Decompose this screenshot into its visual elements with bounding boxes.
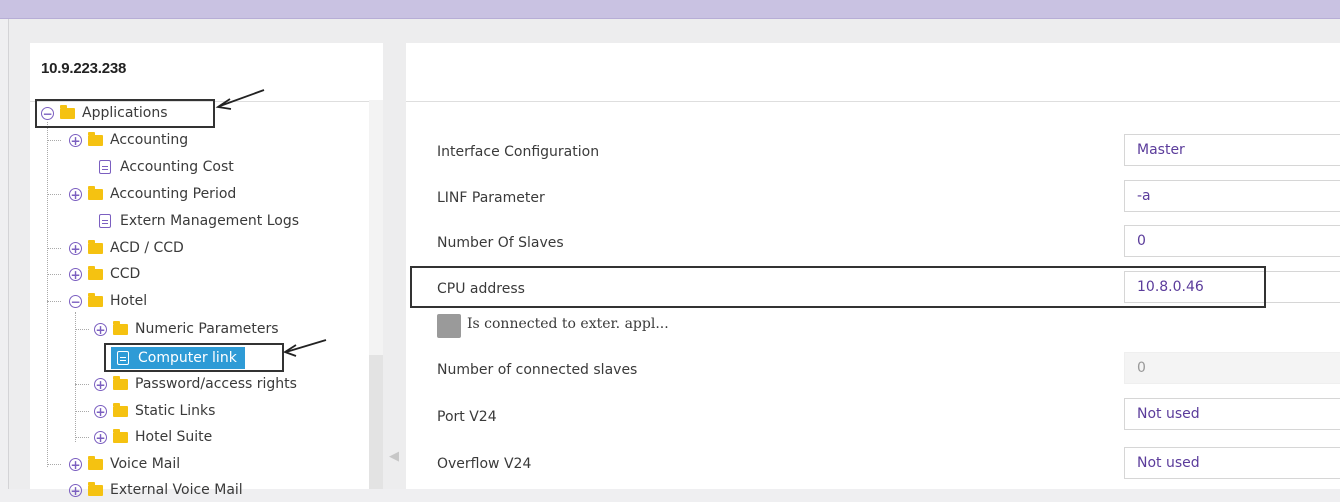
- callout-box-computer-link: [104, 343, 284, 372]
- label-connected-slaves: Number of connected slaves: [437, 362, 638, 378]
- tree-node-acd-ccd[interactable]: + ACD / CCD: [69, 236, 184, 260]
- tree-node-hotel-suite[interactable]: + Hotel Suite: [94, 425, 212, 449]
- label-linf-parameter: LINF Parameter: [437, 190, 545, 206]
- tree-node-accounting-cost[interactable]: Accounting Cost: [99, 155, 234, 179]
- panel-splitter[interactable]: [384, 43, 406, 489]
- tree-connector: [47, 194, 61, 195]
- label-number-of-slaves: Number Of Slaves: [437, 235, 564, 251]
- folder-icon: [113, 375, 128, 390]
- tree-connector: [75, 411, 89, 412]
- tree-node-label: Password/access rights: [135, 376, 297, 392]
- tree-node-static-links[interactable]: + Static Links: [94, 399, 215, 423]
- label-port-v24: Port V24: [437, 409, 497, 425]
- folder-icon: [88, 481, 103, 496]
- expand-icon[interactable]: +: [69, 483, 82, 497]
- form-panel-header: [406, 43, 1340, 102]
- tree-connector: [47, 464, 61, 465]
- top-bar: [0, 0, 1340, 19]
- label-interface-configuration: Interface Configuration: [437, 144, 600, 160]
- node-ip-title: 10.9.223.238: [41, 60, 127, 77]
- tree-connector: [75, 384, 89, 385]
- document-icon: [99, 214, 111, 228]
- tree-node-label: ACD / CCD: [110, 240, 184, 256]
- tree-connector: [47, 140, 61, 141]
- expand-icon[interactable]: +: [69, 133, 82, 147]
- tree-node-label: Accounting Cost: [120, 159, 234, 175]
- linf-parameter-field[interactable]: -a: [1124, 180, 1340, 212]
- connected-to-external-checkbox[interactable]: [437, 314, 461, 338]
- callout-box-cpu-address: [410, 266, 1266, 308]
- tree-node-label: Numeric Parameters: [135, 321, 279, 337]
- tree-connector: [47, 274, 61, 275]
- tree-node-label: External Voice Mail: [110, 482, 243, 498]
- tree-node-label: CCD: [110, 266, 141, 282]
- expand-icon[interactable]: +: [69, 457, 82, 471]
- expand-icon[interactable]: +: [94, 430, 107, 444]
- folder-icon: [113, 320, 128, 335]
- folder-icon: [113, 428, 128, 443]
- folder-icon: [88, 455, 103, 470]
- tree-node-label: Voice Mail: [110, 456, 181, 472]
- tree-node-password-access-rights[interactable]: + Password/access rights: [94, 372, 297, 396]
- tree-node-accounting[interactable]: + Accounting: [69, 128, 188, 152]
- tree-node-label: Static Links: [135, 403, 216, 419]
- tree-connector: [75, 437, 89, 438]
- expand-icon[interactable]: +: [94, 377, 107, 391]
- folder-icon: [88, 131, 103, 146]
- expand-icon[interactable]: +: [69, 187, 82, 201]
- tree-node-label: Hotel Suite: [135, 429, 213, 445]
- folder-icon: [88, 292, 103, 307]
- folder-icon: [113, 402, 128, 417]
- expand-icon[interactable]: +: [69, 241, 82, 255]
- tree-node-hotel[interactable]: − Hotel: [69, 289, 147, 313]
- tree-node-label: Accounting: [110, 132, 189, 148]
- tree-connector: [47, 248, 61, 249]
- label-overflow-v24: Overflow V24: [437, 456, 532, 472]
- collapse-panel-icon[interactable]: ◀: [389, 450, 399, 463]
- tree-node-label: Hotel: [110, 293, 148, 309]
- expand-icon[interactable]: +: [94, 404, 107, 418]
- port-v24-select[interactable]: Not used: [1124, 398, 1340, 430]
- tree-connector: [47, 122, 48, 467]
- tree-connector: [75, 329, 89, 330]
- tree-scrollbar-thumb[interactable]: [369, 355, 383, 489]
- expand-icon[interactable]: +: [94, 322, 107, 336]
- folder-icon: [88, 185, 103, 200]
- tree-node-numeric-parameters[interactable]: + Numeric Parameters: [94, 317, 279, 341]
- collapse-icon[interactable]: −: [69, 294, 82, 308]
- tree-panel-header: 10.9.223.238: [30, 43, 383, 102]
- tree-node-label: Accounting Period: [110, 186, 237, 202]
- expand-icon[interactable]: +: [69, 267, 82, 281]
- folder-icon: [88, 265, 103, 280]
- connected-slaves-field: 0: [1124, 352, 1340, 384]
- tree-connector: [75, 312, 76, 442]
- annotation-arrow-applications: [215, 89, 265, 110]
- tree-node-extern-management-logs[interactable]: Extern Management Logs: [99, 209, 299, 233]
- tree-node-voice-mail[interactable]: + Voice Mail: [69, 452, 180, 476]
- tree-node-external-voice-mail[interactable]: + External Voice Mail: [69, 478, 243, 502]
- tree-node-label: Extern Management Logs: [120, 213, 300, 229]
- document-icon: [99, 160, 111, 174]
- number-of-slaves-field[interactable]: 0: [1124, 225, 1340, 257]
- tree-node-ccd[interactable]: + CCD: [69, 262, 140, 286]
- callout-box-applications: [35, 99, 215, 128]
- tree-connector: [47, 301, 61, 302]
- label-connected-to-external: Is connected to exter. appl...: [467, 316, 669, 332]
- tree-node-accounting-period[interactable]: + Accounting Period: [69, 182, 236, 206]
- annotation-arrow-computer-link: [282, 339, 327, 357]
- folder-icon: [88, 239, 103, 254]
- interface-configuration-select[interactable]: Master: [1124, 134, 1340, 166]
- overflow-v24-select[interactable]: Not used: [1124, 447, 1340, 479]
